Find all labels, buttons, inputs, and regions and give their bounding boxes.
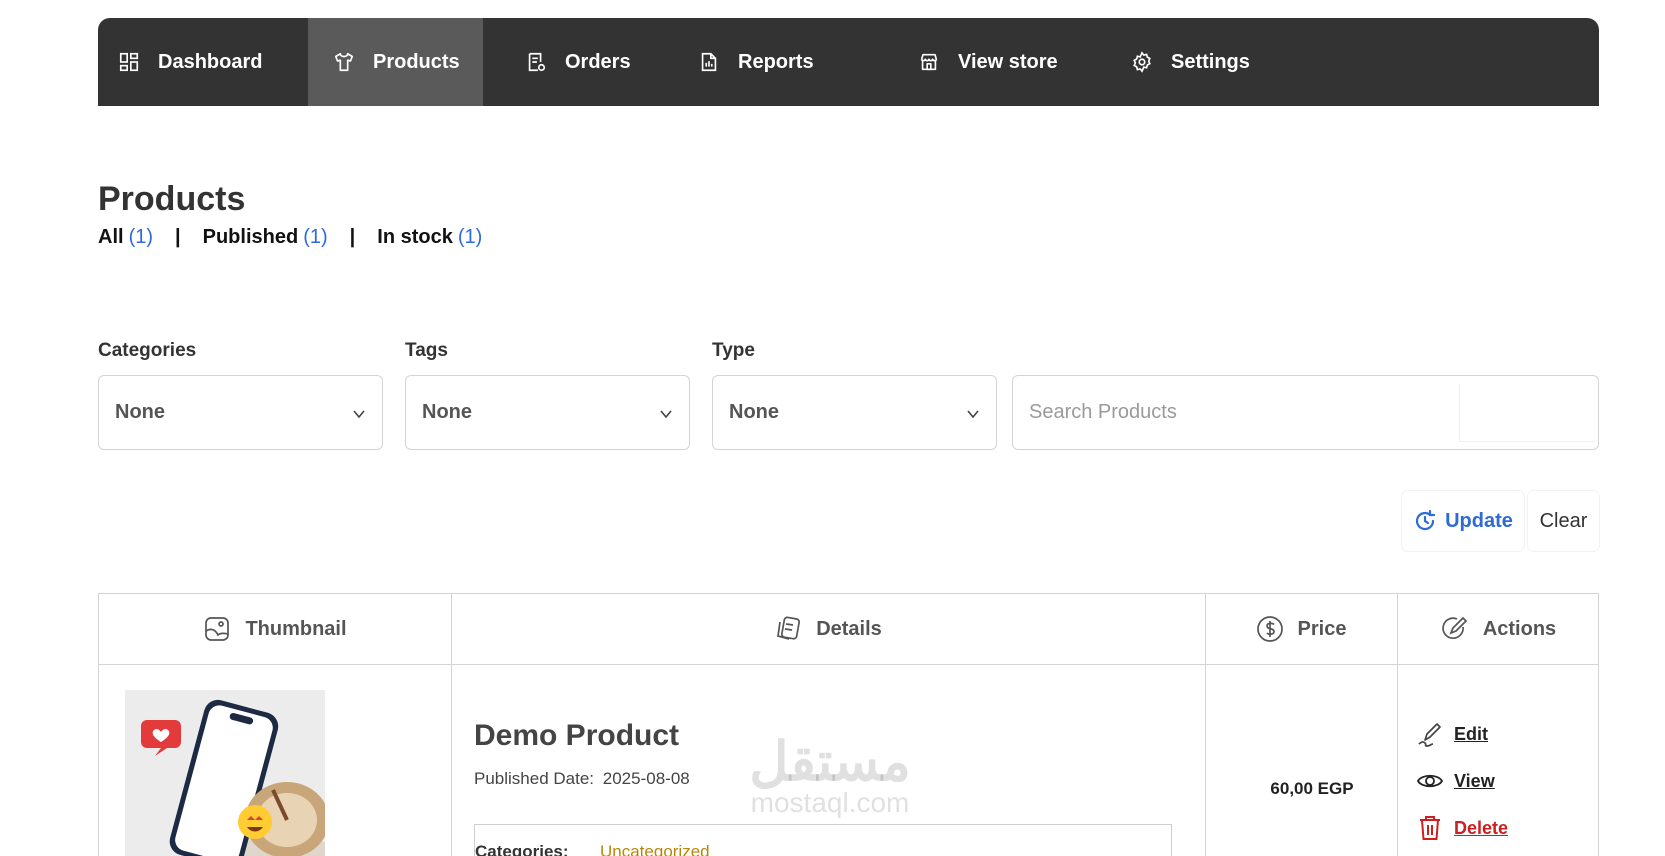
update-button[interactable]: Update bbox=[1402, 491, 1524, 551]
status-filter-count: (1) bbox=[457, 226, 483, 248]
status-filter-label: Published bbox=[202, 226, 299, 248]
nav-item-dashboard[interactable]: Dashboard bbox=[118, 18, 308, 106]
cards-icon bbox=[777, 616, 801, 640]
chevron-down-icon bbox=[967, 410, 979, 419]
edit-link[interactable]: Edit bbox=[1416, 720, 1488, 748]
update-button-label: Update bbox=[1445, 509, 1513, 532]
status-filter-count: (1) bbox=[128, 226, 154, 248]
column-header-thumbnail: Thumbnail bbox=[99, 594, 451, 664]
dollar-icon bbox=[1256, 616, 1283, 642]
tags-label: Tags bbox=[405, 340, 448, 361]
nav-item-label: Products bbox=[373, 50, 460, 73]
image-icon bbox=[205, 617, 230, 641]
product-image bbox=[125, 690, 325, 856]
status-filters: All (1) | Published (1) | In stock (1) bbox=[98, 226, 482, 249]
status-filter-published[interactable]: Published (1) bbox=[203, 226, 328, 249]
type-select[interactable]: None bbox=[712, 375, 997, 450]
column-header-actions: Actions bbox=[1397, 594, 1600, 664]
product-published-date: Published Date: 2025-08-08 bbox=[474, 769, 690, 789]
column-header-label: Actions bbox=[1482, 617, 1557, 640]
orders-icon bbox=[525, 51, 565, 73]
search-box bbox=[1012, 375, 1599, 450]
top-navigation: Dashboard Products Orders Reports View s… bbox=[98, 18, 1599, 106]
type-label: Type bbox=[712, 340, 755, 361]
nav-item-label: Orders bbox=[565, 50, 631, 73]
store-icon bbox=[918, 51, 958, 73]
status-filter-in-stock[interactable]: In stock (1) bbox=[377, 226, 482, 249]
product-thumbnail[interactable] bbox=[125, 690, 325, 856]
refresh-icon bbox=[1416, 509, 1436, 531]
nav-item-label: Dashboard bbox=[158, 50, 263, 73]
separator: | bbox=[349, 226, 356, 248]
search-input[interactable] bbox=[1014, 377, 1464, 448]
published-date-value: 2025-08-08 bbox=[602, 769, 690, 788]
nav-item-view-store[interactable]: View store bbox=[918, 18, 1098, 106]
tags-select-value: None bbox=[422, 401, 472, 423]
nav-item-label: Settings bbox=[1171, 50, 1250, 73]
header-divider bbox=[99, 664, 1598, 665]
clear-button[interactable]: Clear bbox=[1528, 491, 1599, 551]
status-filter-all[interactable]: All (1) bbox=[98, 226, 153, 249]
edit-circle-icon bbox=[1442, 616, 1468, 639]
category-link[interactable]: Uncategorized bbox=[600, 842, 710, 856]
eye-icon bbox=[1416, 774, 1444, 788]
nav-item-orders[interactable]: Orders bbox=[525, 18, 675, 106]
published-date-label: Published Date: bbox=[474, 769, 595, 788]
nav-item-label: Reports bbox=[738, 50, 814, 73]
products-table: Thumbnail Details Price Actions Demo Pro… bbox=[98, 593, 1599, 856]
chevron-down-icon bbox=[353, 410, 365, 419]
categories-select-value: None bbox=[115, 401, 165, 423]
tshirt-icon bbox=[333, 51, 373, 73]
separator: | bbox=[175, 226, 181, 248]
search-button[interactable] bbox=[1459, 384, 1594, 442]
categories-label: Categories bbox=[98, 340, 197, 361]
nav-item-products[interactable]: Products bbox=[308, 18, 483, 106]
categories-select[interactable]: None bbox=[98, 375, 383, 450]
column-header-label: Thumbnail bbox=[245, 617, 347, 640]
column-header-details: Details bbox=[451, 594, 1205, 664]
status-filter-label: All bbox=[98, 226, 124, 248]
trash-icon bbox=[1420, 816, 1440, 840]
type-select-value: None bbox=[729, 401, 779, 423]
delete-link-label: Delete bbox=[1454, 817, 1509, 838]
reports-icon bbox=[698, 51, 738, 73]
product-title[interactable]: Demo Product bbox=[474, 719, 679, 753]
nav-item-reports[interactable]: Reports bbox=[698, 18, 848, 106]
column-header-label: Price bbox=[1297, 617, 1347, 640]
status-filter-label: In stock bbox=[377, 226, 453, 248]
dashboard-icon bbox=[118, 51, 158, 73]
categories-meta-label: Categories: bbox=[475, 842, 569, 856]
column-header-price: Price bbox=[1205, 594, 1397, 664]
gear-icon bbox=[1131, 51, 1171, 73]
nav-item-settings[interactable]: Settings bbox=[1131, 18, 1281, 106]
view-link[interactable]: View bbox=[1416, 767, 1495, 795]
product-price: 60,00 EGP bbox=[1270, 779, 1354, 798]
nav-item-label: View store bbox=[958, 50, 1058, 73]
product-meta-box: Categories: Uncategorized bbox=[474, 824, 1172, 856]
status-filter-count: (1) bbox=[303, 226, 328, 248]
pencil-icon bbox=[1418, 723, 1441, 747]
delete-link[interactable]: Delete bbox=[1416, 814, 1508, 842]
tags-select[interactable]: None bbox=[405, 375, 690, 450]
page-title: Products bbox=[98, 180, 246, 218]
chevron-down-icon bbox=[660, 410, 672, 419]
edit-link-label: Edit bbox=[1454, 723, 1488, 744]
column-header-label: Details bbox=[816, 617, 882, 640]
view-link-label: View bbox=[1454, 770, 1495, 791]
